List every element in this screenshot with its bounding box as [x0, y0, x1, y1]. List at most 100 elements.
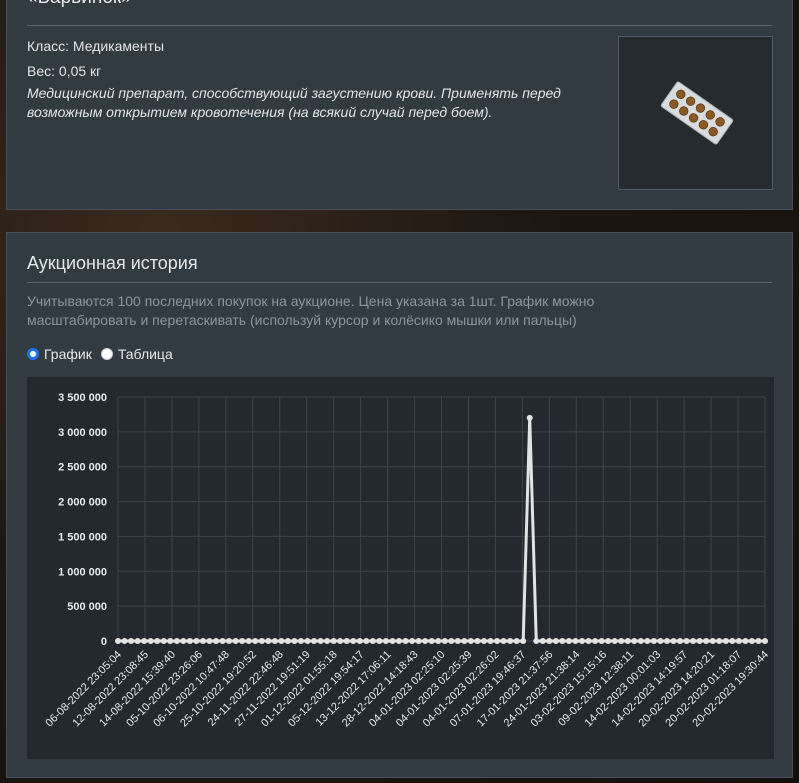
- price-point: [735, 638, 742, 644]
- pill-blister-icon: [660, 81, 734, 145]
- radio-table[interactable]: [100, 348, 113, 360]
- price-point: [226, 638, 233, 644]
- price-point: [716, 638, 723, 644]
- price-point: [382, 638, 389, 644]
- price-point: [428, 638, 435, 644]
- price-point: [258, 638, 265, 644]
- price-point: [539, 638, 546, 644]
- price-point: [605, 638, 612, 644]
- price-point: [284, 638, 291, 644]
- y-tick-label: 1 000 000: [58, 566, 107, 578]
- price-point: [186, 638, 193, 644]
- price-point: [663, 638, 670, 644]
- price-point: [376, 638, 383, 644]
- price-point: [134, 638, 141, 644]
- item-description: Медицинский препарат, способствующий заг…: [27, 85, 561, 120]
- y-tick-label: 500 000: [67, 601, 107, 613]
- price-point: [552, 638, 559, 644]
- price-point: [742, 638, 749, 644]
- price-point: [690, 638, 697, 644]
- price-point: [755, 638, 762, 644]
- price-point: [441, 638, 448, 644]
- section-title: Аукционная история: [27, 253, 198, 273]
- price-point: [461, 638, 468, 644]
- price-point: [396, 638, 403, 644]
- y-tick-label: 2 500 000: [58, 462, 107, 474]
- price-point: [480, 638, 487, 644]
- price-point: [265, 638, 272, 644]
- y-tick-label: 3 500 000: [58, 392, 107, 404]
- price-point: [173, 638, 180, 644]
- auction-history-panel: Аукционная история Учитываются 100 после…: [6, 232, 793, 778]
- price-point: [154, 638, 161, 644]
- price-point: [520, 638, 527, 644]
- price-point: [121, 638, 128, 644]
- price-point: [572, 638, 579, 644]
- price-point: [219, 638, 226, 644]
- price-point: [363, 638, 370, 644]
- price-point: [513, 638, 520, 644]
- price-point: [585, 638, 592, 644]
- price-point: [324, 638, 331, 644]
- radio-chart-label[interactable]: График: [44, 346, 92, 362]
- price-point: [644, 638, 651, 644]
- item-class: Класс: Медикаменты: [27, 38, 165, 54]
- price-point: [311, 638, 318, 644]
- price-point: [239, 638, 246, 644]
- price-point: [500, 638, 507, 644]
- price-point: [232, 638, 239, 644]
- price-point: [467, 638, 474, 644]
- price-point: [565, 638, 572, 644]
- price-point: [199, 638, 206, 644]
- price-chart-svg[interactable]: 0 500 000 1 000 000 1 500 000 2 000 000 2 500…: [27, 377, 774, 759]
- price-point: [317, 638, 324, 644]
- price-point: [559, 638, 566, 644]
- price-chart[interactable]: 0 500 000 1 000 000 1 500 000 2 000 000 2 500…: [27, 377, 774, 759]
- price-point: [141, 638, 148, 644]
- price-point: [598, 638, 605, 644]
- price-point: [487, 638, 494, 644]
- radio-chart[interactable]: [27, 348, 39, 360]
- price-point: [356, 638, 363, 644]
- y-tick-label: 3 000 000: [58, 427, 107, 439]
- price-point: [180, 638, 187, 644]
- section-divider: [27, 282, 772, 283]
- price-point: [128, 638, 135, 644]
- price-point: [330, 638, 337, 644]
- price-point: [618, 638, 625, 644]
- price-point: [343, 638, 350, 644]
- item-card: «Барвинок» Класс: Медикаменты Вес: 0,05 …: [6, 0, 793, 210]
- price-point: [624, 638, 631, 644]
- auction-hint: Учитываются 100 последних покупок на аук…: [27, 293, 595, 328]
- price-point: [409, 638, 416, 644]
- price-point: [422, 638, 429, 644]
- price-point: [579, 638, 586, 644]
- price-point: [637, 638, 644, 644]
- price-point: [526, 414, 533, 421]
- price-point: [304, 638, 311, 644]
- price-point: [696, 638, 703, 644]
- price-point: [278, 638, 285, 644]
- title-divider: [27, 25, 772, 26]
- view-toggle: График Таблица: [27, 346, 173, 362]
- radio-table-label[interactable]: Таблица: [118, 346, 173, 362]
- price-point: [402, 638, 409, 644]
- price-point: [507, 638, 514, 644]
- price-point: [337, 638, 344, 644]
- price-point: [389, 638, 396, 644]
- price-point: [193, 638, 200, 644]
- price-point: [729, 638, 736, 644]
- price-point: [369, 638, 376, 644]
- price-point: [670, 638, 677, 644]
- price-point: [160, 638, 167, 644]
- price-point: [722, 638, 729, 644]
- item-image: [618, 36, 773, 190]
- price-point: [454, 638, 461, 644]
- price-point: [683, 638, 690, 644]
- price-point: [291, 638, 298, 644]
- price-point: [415, 638, 422, 644]
- y-tick-label: 0: [101, 636, 107, 648]
- price-point: [448, 638, 455, 644]
- price-point: [533, 638, 540, 644]
- price-point: [650, 638, 657, 644]
